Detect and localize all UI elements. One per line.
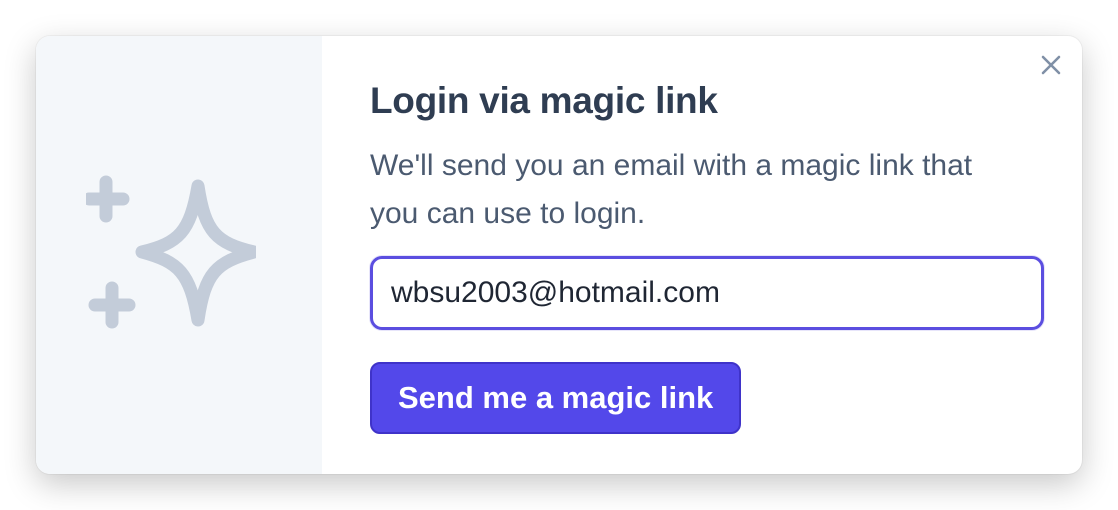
backdrop: Login via magic link We'll send you an e… bbox=[0, 0, 1118, 510]
email-field[interactable] bbox=[370, 256, 1044, 330]
illustration-panel bbox=[36, 36, 322, 474]
dialog-description: We'll send you an email with a magic lin… bbox=[370, 149, 973, 230]
sparkles-icon bbox=[86, 175, 256, 329]
close-button[interactable] bbox=[1040, 54, 1062, 76]
magic-link-dialog: Login via magic link We'll send you an e… bbox=[36, 36, 1082, 474]
dialog-content: Login via magic link We'll send you an e… bbox=[322, 36, 1082, 474]
email-input[interactable] bbox=[391, 276, 1023, 310]
send-magic-link-button[interactable]: Send me a magic link bbox=[370, 362, 742, 434]
dialog-title: Login via magic link bbox=[370, 80, 718, 121]
close-icon[interactable] bbox=[1041, 55, 1061, 75]
